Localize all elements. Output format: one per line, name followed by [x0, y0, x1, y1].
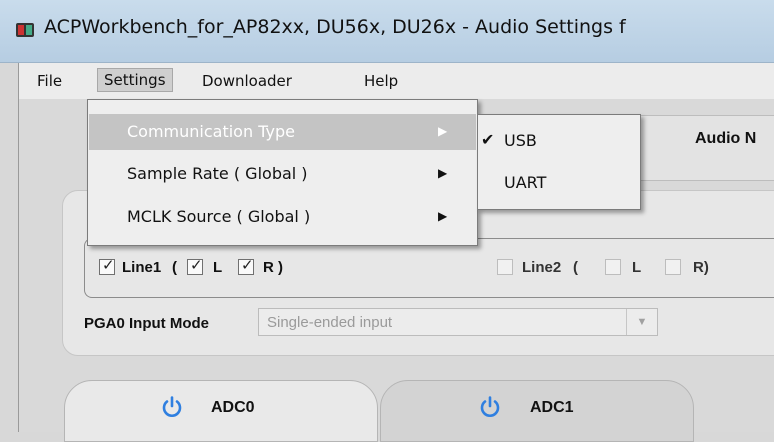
submenu-item-label: USB [504, 131, 537, 150]
menu-downloader[interactable]: Downloader [196, 70, 298, 92]
line1-label: Line1 [122, 259, 162, 276]
pga-input-mode-value: Single-ended input [267, 314, 393, 331]
menu-item-label: MCLK Source ( Global ) [127, 207, 311, 226]
submenu-arrow-icon: ▶ [438, 166, 448, 180]
line1-right-checkbox[interactable]: ✓ [238, 257, 254, 275]
submenu-item-uart[interactable]: UART [478, 167, 640, 201]
menu-help[interactable]: Help [358, 70, 404, 92]
check-icon: ✓ [241, 257, 254, 274]
line1-left-checkbox[interactable]: ✓ [187, 257, 203, 275]
line1-close-paren: ) [278, 259, 283, 276]
menu-item-label: Sample Rate ( Global ) [127, 164, 308, 183]
menu-item-communication-type[interactable]: Communication Type ▶ [89, 114, 476, 150]
pga-input-mode-select[interactable]: Single-ended input ▼ [258, 308, 658, 336]
line2-open-paren: ( [573, 259, 578, 276]
line1-right-label: R [263, 259, 274, 276]
pga-input-mode-label: PGA0 Input Mode [84, 315, 209, 332]
adc1-label: ADC1 [530, 399, 574, 416]
submenu-item-usb[interactable]: ✔ USB [478, 125, 640, 159]
submenu-item-label: UART [504, 173, 547, 192]
power-icon [480, 396, 500, 417]
app-icon [16, 23, 34, 37]
checkmark-icon: ✔ [481, 132, 495, 149]
line1-left-label: L [213, 259, 223, 276]
submenu-arrow-icon: ▶ [438, 209, 448, 223]
settings-dropdown-menu: Communication Type ▶ Sample Rate ( Globa… [87, 99, 478, 246]
communication-type-submenu: ✔ USB UART [477, 114, 641, 210]
menu-settings[interactable]: Settings [97, 68, 173, 92]
chevron-down-icon[interactable]: ▼ [626, 309, 657, 335]
menu-bar: File Settings Downloader Help [18, 63, 774, 99]
power-icon [162, 396, 182, 417]
tab-audio[interactable]: Audio N [695, 130, 756, 148]
line1-checkbox[interactable]: ✓ [99, 257, 115, 275]
line2-label: Line2 [522, 259, 562, 276]
line2-right-label: R) [693, 259, 709, 276]
line2-right-checkbox[interactable] [665, 259, 681, 275]
line1-open-paren: ( [172, 259, 177, 276]
title-bar: ACPWorkbench_for_AP82xx, DU56x, DU26x - … [0, 0, 774, 63]
menu-item-label: Communication Type [127, 122, 295, 141]
adc0-label: ADC0 [211, 399, 255, 416]
window-title: ACPWorkbench_for_AP82xx, DU56x, DU26x - … [44, 16, 626, 38]
menu-file[interactable]: File [31, 70, 68, 92]
line2-left-checkbox[interactable] [605, 259, 621, 275]
submenu-arrow-icon: ▶ [438, 124, 448, 138]
line2-checkbox[interactable] [497, 259, 513, 275]
line2-left-label: L [632, 259, 642, 276]
check-icon: ✓ [190, 257, 203, 274]
menu-item-mclk-source[interactable]: MCLK Source ( Global ) ▶ [89, 199, 476, 235]
menu-item-sample-rate[interactable]: Sample Rate ( Global ) ▶ [89, 156, 476, 192]
check-icon: ✓ [102, 257, 115, 274]
